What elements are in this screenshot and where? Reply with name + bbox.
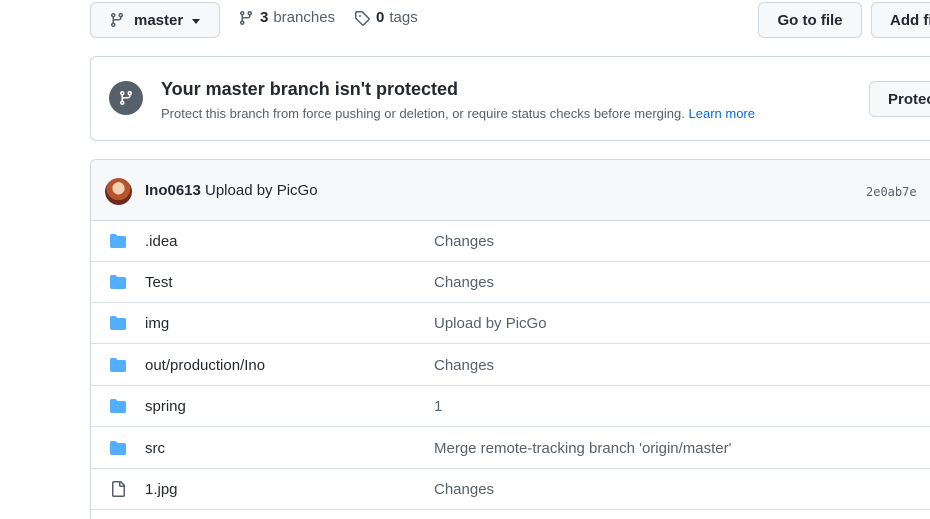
file-commit-message[interactable]: Upload by PicGo (434, 315, 547, 332)
git-branch-icon (109, 81, 143, 115)
file-commit-message[interactable]: Merge remote-tracking branch 'origin/mas… (434, 440, 732, 457)
file-row[interactable]: img Upload by PicGo (91, 303, 930, 344)
banner-description-text: Protect this branch from force pushing o… (161, 106, 685, 121)
branches-link[interactable]: 3 branches (238, 9, 335, 26)
branches-count: 3 (260, 9, 269, 26)
file-list: Ino0613 Upload by PicGo 2e0ab7e .idea Ch… (90, 159, 930, 519)
banner-description: Protect this branch from force pushing o… (161, 106, 755, 121)
commit-message[interactable]: Upload by PicGo (205, 182, 318, 199)
folder-icon (110, 441, 126, 455)
folder-icon (110, 316, 126, 330)
tags-label: tags (389, 9, 418, 26)
folder-icon (110, 358, 126, 372)
avatar[interactable] (105, 178, 132, 205)
folder-icon (110, 399, 126, 413)
branch-name: master (134, 11, 184, 29)
file-row[interactable]: out/production/Ino Changes (91, 345, 930, 386)
file-commit-message[interactable]: Changes (434, 274, 494, 291)
learn-more-link[interactable]: Learn more (689, 106, 755, 121)
go-to-file-button[interactable]: Go to file (758, 2, 862, 38)
file-row[interactable]: Test Changes (91, 262, 930, 303)
protect-branch-button[interactable]: Protect (869, 81, 930, 117)
tag-icon (355, 10, 370, 26)
file-name[interactable]: 1.jpg (145, 481, 178, 498)
file-row[interactable]: spring 1 (91, 386, 930, 427)
file-commit-message[interactable]: Changes (434, 481, 494, 498)
latest-commit-bar: Ino0613 Upload by PicGo 2e0ab7e (91, 160, 930, 221)
file-row[interactable]: 1.jpg Changes (91, 469, 930, 510)
branch-protection-banner: Your master branch isn't protected Prote… (90, 56, 930, 141)
file-name[interactable]: img (145, 315, 169, 332)
commit-sha[interactable]: 2e0ab7e (866, 185, 917, 199)
add-file-button[interactable]: Add file (871, 2, 930, 38)
file-commit-message[interactable]: Changes (434, 357, 494, 374)
chevron-down-icon (192, 18, 201, 24)
file-name[interactable]: Test (145, 274, 173, 291)
file-name[interactable]: src (145, 440, 165, 457)
file-name[interactable]: .idea (145, 233, 178, 250)
tags-link[interactable]: 0 tags (354, 9, 418, 26)
file-icon (112, 481, 125, 497)
tags-count: 0 (376, 9, 385, 26)
branch-select-button[interactable]: master (90, 2, 220, 38)
git-branch-icon (110, 13, 123, 28)
branches-label: branches (273, 9, 336, 26)
file-row[interactable]: .idea Changes (91, 221, 930, 262)
file-name[interactable]: out/production/Ino (145, 357, 265, 374)
folder-icon (110, 275, 126, 289)
file-commit-message[interactable]: Changes (434, 233, 494, 250)
git-branch-icon (239, 10, 252, 25)
commit-author[interactable]: Ino0613 (145, 182, 201, 199)
folder-icon (110, 234, 126, 248)
file-row[interactable]: src Merge remote-tracking branch 'origin… (91, 428, 930, 469)
file-commit-message[interactable]: 1 (434, 398, 442, 415)
banner-title: Your master branch isn't protected (161, 79, 459, 99)
file-name[interactable]: spring (145, 398, 186, 415)
